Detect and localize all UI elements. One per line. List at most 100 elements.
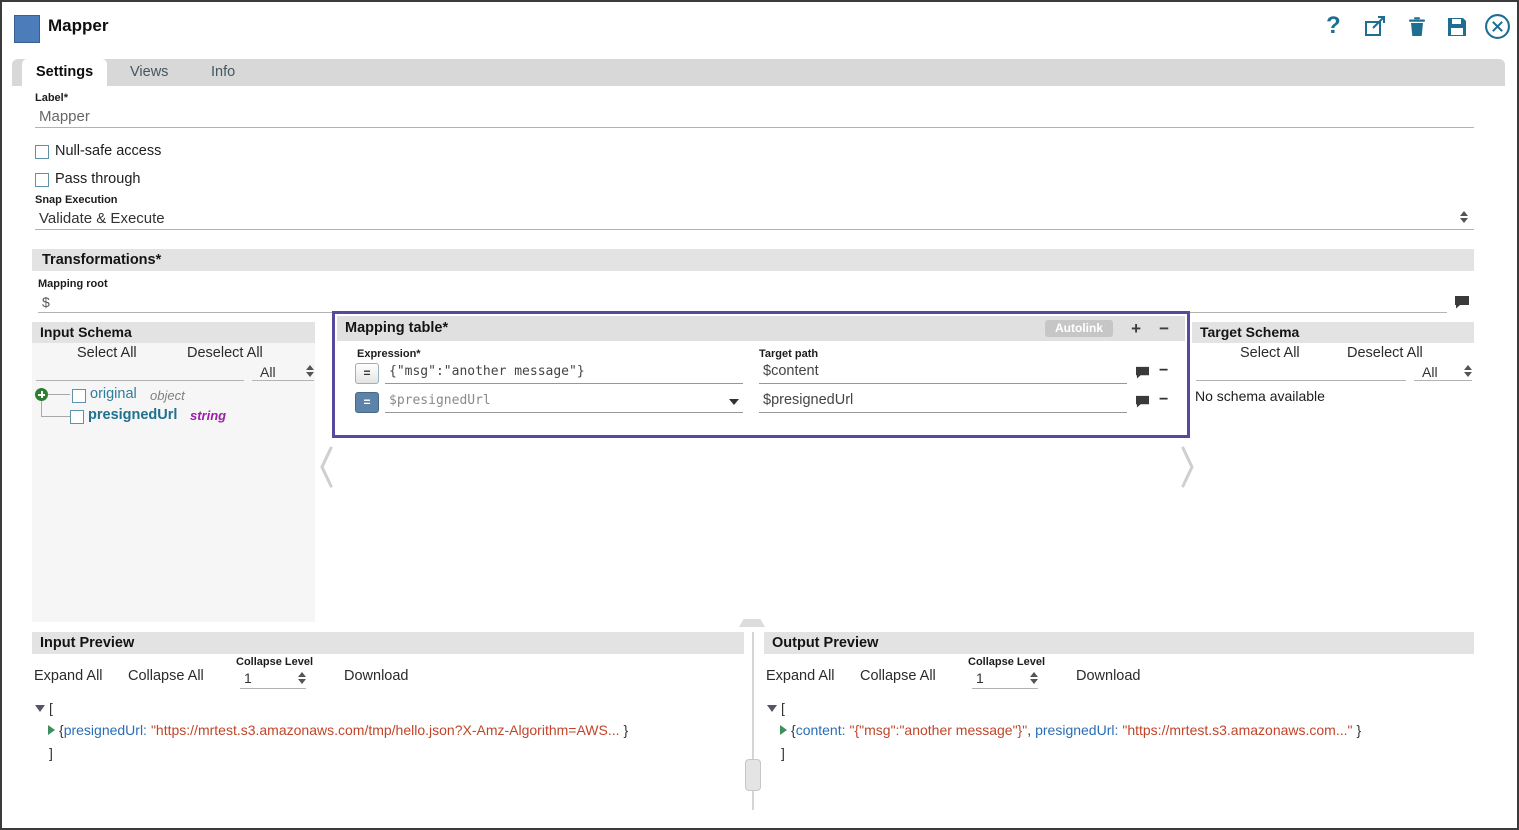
output-preview-collapse-level-input[interactable]	[972, 670, 1012, 686]
output-preview-collapse-level-field	[972, 670, 1038, 689]
output-preview-download[interactable]: Download	[1076, 668, 1141, 684]
input-schema-panel: Input Schema Select All Deselect All All…	[32, 322, 315, 622]
mapping-row: = −	[335, 391, 1181, 417]
snap-execution-value: Validate & Execute	[39, 210, 165, 227]
tree-connector	[48, 394, 70, 395]
remove-row-button[interactable]: −	[1159, 316, 1169, 341]
expression-input[interactable]	[385, 393, 743, 408]
target-path-input[interactable]	[759, 392, 1127, 408]
input-schema-all-select[interactable]: All	[252, 364, 314, 381]
input-preview-collapse-level-field	[240, 670, 306, 689]
target-schema-all-stepper-icon[interactable]	[1464, 365, 1472, 377]
target-path-field	[759, 362, 1127, 384]
input-preview-collapse-all[interactable]: Collapse All	[128, 668, 204, 684]
mapping-root-label: Mapping root	[38, 278, 108, 290]
equals-mode-button-selected[interactable]: =	[355, 392, 379, 413]
tree-connector	[41, 401, 70, 417]
row-comment-icon[interactable]	[1135, 395, 1150, 413]
tree-node-presignedurl-checkbox[interactable]	[70, 410, 84, 424]
row-comment-icon[interactable]	[1135, 366, 1150, 384]
json-array-close: ]	[767, 745, 785, 761]
target-schema-title: Target Schema	[1192, 322, 1474, 343]
target-path-input[interactable]	[759, 363, 1127, 379]
null-safe-label: Null-safe access	[55, 143, 161, 159]
input-schema-all-stepper-icon[interactable]	[306, 365, 314, 377]
target-schema-all-select[interactable]: All	[1414, 364, 1472, 381]
json-row: { content: "{"msg":"another message"}" ,…	[780, 722, 1361, 738]
no-schema-message: No schema available	[1195, 388, 1325, 404]
target-schema-all-value: All	[1422, 364, 1438, 380]
tree-node-original-checkbox[interactable]	[72, 389, 86, 403]
output-preview-collapse-level-label: Collapse Level	[968, 656, 1045, 668]
mapping-table-highlight: Mapping table* Autolink + − Expression* …	[332, 311, 1190, 438]
pass-through-label: Pass through	[55, 171, 140, 187]
tab-info[interactable]: Info	[197, 59, 249, 86]
output-preview-panel: Output Preview Expand All Collapse All C…	[764, 632, 1474, 812]
snap-execution-select[interactable]: Validate & Execute	[35, 207, 1474, 230]
output-preview-collapse-all[interactable]: Collapse All	[860, 668, 936, 684]
null-safe-checkbox[interactable]	[35, 145, 49, 159]
snap-execution-label: Snap Execution	[35, 194, 118, 206]
row-delete-button[interactable]: −	[1159, 391, 1168, 409]
json-row: { presignedUrl: "https://mrtest.s3.amazo…	[48, 722, 628, 738]
add-row-button[interactable]: +	[1131, 316, 1141, 341]
pass-through-checkbox[interactable]	[35, 173, 49, 187]
input-preview-level-stepper-icon[interactable]	[298, 672, 306, 684]
scroll-left-chevron-icon[interactable]	[318, 444, 334, 495]
collapse-triangle-icon[interactable]	[35, 705, 45, 712]
target-schema-select-all[interactable]: Select All	[1240, 345, 1300, 361]
delete-icon[interactable]	[1405, 15, 1429, 44]
mapper-dialog: Mapper ? Settings Views Info Label*	[0, 0, 1519, 830]
expression-dropdown-icon[interactable]	[729, 399, 739, 405]
help-icon[interactable]: ?	[1326, 12, 1341, 40]
tab-bar: Settings Views Info	[12, 59, 1505, 86]
tab-settings[interactable]: Settings	[22, 59, 107, 86]
input-schema-select-all[interactable]: Select All	[77, 345, 137, 361]
json-array-open: [	[767, 700, 785, 716]
expand-triangle-icon[interactable]	[48, 725, 55, 735]
autolink-button[interactable]: Autolink	[1045, 320, 1113, 337]
target-schema-panel: Target Schema Select All Deselect All Al…	[1192, 322, 1474, 622]
expression-column-header: Expression*	[357, 348, 421, 360]
splitter-handle[interactable]	[745, 759, 761, 791]
output-preview-title: Output Preview	[764, 632, 1474, 654]
mapping-root-input[interactable]	[38, 292, 1447, 313]
output-preview-level-stepper-icon[interactable]	[1030, 672, 1038, 684]
mapping-row: = −	[335, 362, 1181, 388]
splitter-handle[interactable]	[739, 619, 765, 627]
tab-views[interactable]: Views	[116, 59, 182, 86]
label-field-label: Label*	[35, 92, 68, 104]
expression-input[interactable]	[385, 364, 743, 379]
snap-execution-stepper-icon[interactable]	[1460, 211, 1468, 223]
transformations-section-header: Transformations*	[32, 249, 1474, 271]
input-preview-title: Input Preview	[32, 632, 744, 654]
input-schema-filter-input[interactable]	[36, 364, 244, 381]
input-preview-download[interactable]: Download	[344, 668, 409, 684]
mapping-root-comment-icon[interactable]	[1454, 295, 1470, 314]
tree-node-original[interactable]: original	[90, 386, 137, 402]
input-preview-collapse-level-input[interactable]	[240, 670, 280, 686]
open-in-new-icon[interactable]	[1363, 15, 1387, 44]
expression-field	[385, 391, 743, 413]
label-input[interactable]	[35, 106, 1474, 128]
dialog-title: Mapper	[48, 16, 108, 36]
target-schema-deselect-all[interactable]: Deselect All	[1347, 345, 1423, 361]
target-schema-filter-input[interactable]	[1196, 364, 1406, 381]
save-icon[interactable]	[1445, 15, 1469, 44]
input-schema-deselect-all[interactable]: Deselect All	[187, 345, 263, 361]
close-icon[interactable]	[1484, 13, 1511, 45]
target-path-field	[759, 391, 1127, 413]
row-delete-button[interactable]: −	[1159, 362, 1168, 380]
collapse-triangle-icon[interactable]	[767, 705, 777, 712]
expression-field	[385, 362, 743, 384]
tree-node-presignedurl[interactable]: presignedUrl	[88, 407, 177, 423]
input-preview-panel: Input Preview Expand All Collapse All Co…	[32, 632, 744, 812]
equals-mode-button[interactable]: =	[355, 363, 379, 384]
transformations-title: Transformations*	[42, 252, 161, 268]
input-schema-all-value: All	[260, 364, 276, 380]
expand-triangle-icon[interactable]	[780, 725, 787, 735]
output-preview-expand-all[interactable]: Expand All	[766, 668, 835, 684]
tree-expand-icon[interactable]	[35, 388, 48, 401]
input-preview-expand-all[interactable]: Expand All	[34, 668, 103, 684]
target-path-column-header: Target path	[759, 348, 818, 360]
